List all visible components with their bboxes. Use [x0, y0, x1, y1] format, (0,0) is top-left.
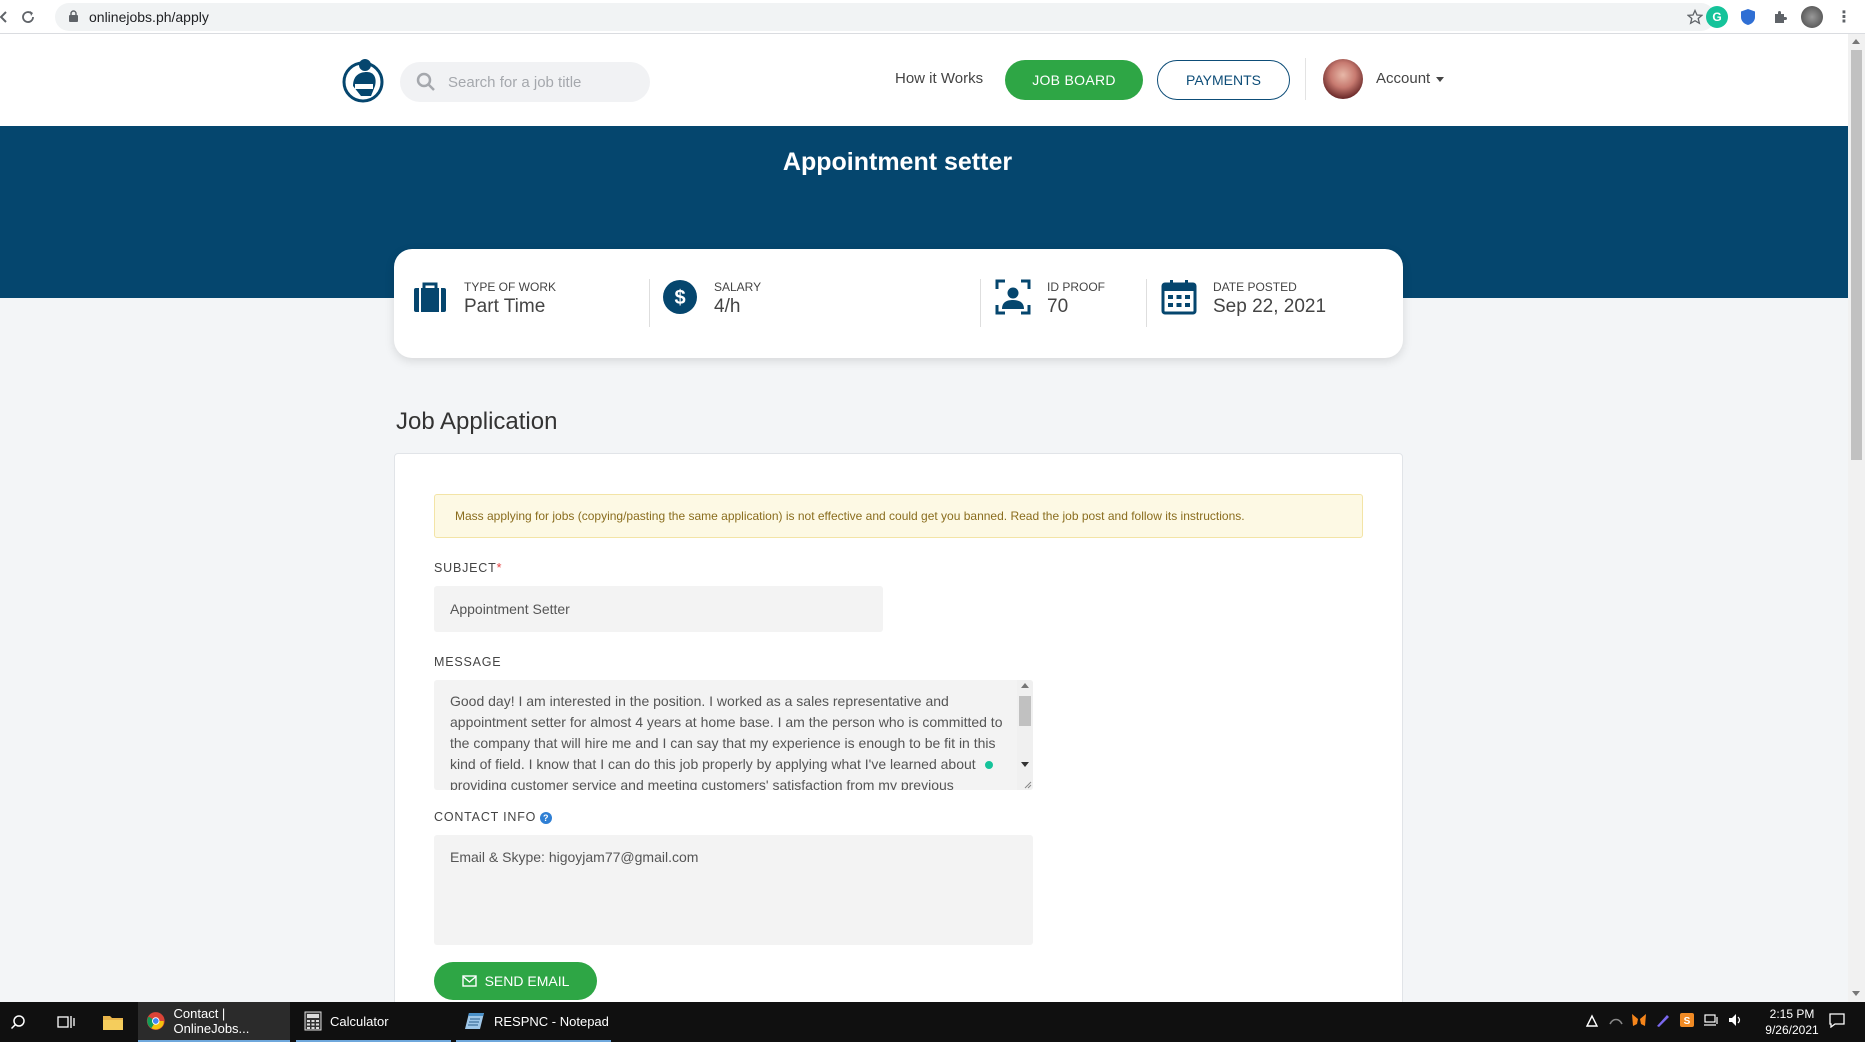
taskbar-app-label: Contact | OnlineJobs...: [173, 1006, 250, 1036]
message-text: Good day! I am interested in the positio…: [450, 693, 1003, 790]
svg-text:S: S: [1684, 1016, 1691, 1027]
envelope-icon: [461, 975, 477, 987]
page-scrollbar[interactable]: [1848, 34, 1865, 1002]
caret-down-icon[interactable]: [1436, 77, 1444, 82]
tray-metamask-icon[interactable]: [1631, 1012, 1647, 1032]
notifications-icon[interactable]: [1828, 1012, 1846, 1032]
job-title: Appointment setter: [782, 148, 1013, 176]
scroll-down-icon[interactable]: [1852, 991, 1860, 996]
clock-date: 9/26/2021: [1765, 1023, 1819, 1037]
application-form: Mass applying for jobs (copying/pasting …: [394, 453, 1403, 1042]
contact-info-field[interactable]: Email & Skype: higoyjam77@gmail.com: [434, 835, 1033, 945]
search-input[interactable]: [448, 72, 628, 92]
job-search: [400, 62, 650, 102]
profile-avatar-icon[interactable]: [1801, 6, 1823, 28]
id-proof-cell: ID PROOF 70: [977, 249, 1137, 358]
job-board-button[interactable]: JOB BOARD: [1005, 60, 1143, 100]
extensions-puzzle-icon[interactable]: [1769, 6, 1791, 28]
taskbar-app-calculator[interactable]: Calculator: [296, 1002, 451, 1042]
site-header: How it Works JOB BOARD PAYMENTS Account: [0, 34, 1848, 126]
how-it-works-link[interactable]: How it Works: [895, 70, 983, 87]
warning-alert: Mass applying for jobs (copying/pasting …: [434, 494, 1363, 538]
salary-value: 4/h: [714, 296, 741, 317]
message-scrollbar[interactable]: [1017, 680, 1033, 790]
id-proof-label: ID PROOF: [1047, 280, 1106, 294]
taskbar-app-label: RESPNC - Notepad: [494, 1013, 609, 1029]
scrollbar-thumb[interactable]: [1019, 696, 1031, 726]
taskbar-app-label: Calculator: [330, 1013, 389, 1029]
tray-pen-icon[interactable]: [1655, 1012, 1671, 1032]
reload-icon[interactable]: [16, 5, 40, 29]
date-posted-label: DATE POSTED: [1213, 280, 1297, 294]
search-icon[interactable]: [6, 1010, 30, 1034]
header-divider: [1305, 58, 1306, 100]
scroll-down-icon[interactable]: [1021, 762, 1029, 767]
scroll-up-icon[interactable]: [1852, 39, 1860, 44]
url-text: onlinejobs.ph/apply: [89, 9, 209, 25]
type-of-work-label: TYPE OF WORK: [464, 280, 557, 294]
lock-icon: [69, 10, 78, 22]
onlinejobs-logo-icon[interactable]: [341, 56, 385, 104]
browser-menu-icon[interactable]: ⋮: [1833, 6, 1855, 28]
clock-time: 2:15 PM: [1769, 1007, 1815, 1021]
calendar-icon: [1161, 280, 1197, 315]
windows-taskbar: Contact | OnlineJobs... Calculator RESPN…: [0, 1002, 1865, 1042]
resize-handle-icon[interactable]: [1022, 779, 1032, 789]
section-title: Job Application: [396, 408, 558, 435]
scroll-up-icon[interactable]: [1021, 683, 1029, 688]
job-info-card: TYPE OF WORK Part Time $ SALARY 4/h ID P…: [394, 249, 1403, 358]
payments-button[interactable]: PAYMENTS: [1157, 60, 1290, 100]
contact-info-label: CONTACT INFO?: [434, 810, 553, 824]
browser-toolbar: onlinejobs.ph/apply G ⋮: [0, 0, 1865, 34]
date-posted-value: Sep 22, 2021: [1213, 296, 1327, 317]
tray-network-icon[interactable]: [1608, 1012, 1624, 1032]
message-label: MESSAGE: [434, 655, 502, 669]
file-explorer-icon[interactable]: [101, 1010, 125, 1034]
taskbar-clock[interactable]: 2:15 PM 9/26/2021: [1752, 1006, 1832, 1038]
date-posted-cell: DATE POSTED Sep 22, 2021: [1143, 249, 1393, 358]
task-view-icon[interactable]: [54, 1010, 78, 1034]
account-menu[interactable]: Account: [1376, 70, 1430, 87]
scrollbar-thumb[interactable]: [1851, 50, 1862, 460]
briefcase-icon: [414, 282, 446, 312]
taskbar-app-notepad[interactable]: RESPNC - Notepad: [456, 1002, 611, 1042]
chrome-icon: [146, 1012, 165, 1030]
back-icon[interactable]: [0, 5, 16, 29]
avatar[interactable]: [1323, 59, 1363, 99]
taskbar-app-chrome[interactable]: Contact | OnlineJobs...: [138, 1002, 290, 1042]
calculator-icon: [304, 1011, 322, 1031]
message-field[interactable]: Good day! I am interested in the positio…: [434, 680, 1033, 790]
tray-app-icon[interactable]: S: [1679, 1012, 1695, 1032]
tray-volume-icon[interactable]: [1727, 1012, 1743, 1032]
grammarly-status-icon[interactable]: [985, 761, 993, 769]
salary-cell: $ SALARY 4/h: [644, 249, 974, 358]
grammarly-extension-icon[interactable]: G: [1706, 6, 1728, 28]
search-icon: [416, 72, 435, 91]
subject-label: SUBJECT*: [434, 561, 503, 575]
shield-extension-icon[interactable]: [1737, 6, 1759, 28]
type-of-work-value: Part Time: [464, 296, 546, 317]
tray-wifi-icon[interactable]: [1703, 1012, 1719, 1032]
tray-drive-icon[interactable]: [1584, 1012, 1600, 1032]
id-proof-value: 70: [1047, 296, 1069, 317]
bookmark-star-icon[interactable]: [1687, 9, 1703, 25]
salary-label: SALARY: [714, 280, 762, 294]
svg-text:$: $: [674, 287, 685, 309]
type-of-work-cell: TYPE OF WORK Part Time: [394, 249, 644, 358]
address-bar[interactable]: onlinejobs.ph/apply: [55, 3, 1715, 31]
id-badge-icon: [995, 279, 1031, 315]
notepad-icon: [465, 1013, 484, 1029]
send-email-label: SEND EMAIL: [484, 973, 570, 989]
send-email-button[interactable]: SEND EMAIL: [434, 962, 597, 1000]
required-marker: *: [496, 561, 503, 575]
subject-field[interactable]: [434, 586, 883, 632]
dollar-icon: $: [663, 280, 697, 314]
help-icon[interactable]: ?: [540, 812, 553, 824]
